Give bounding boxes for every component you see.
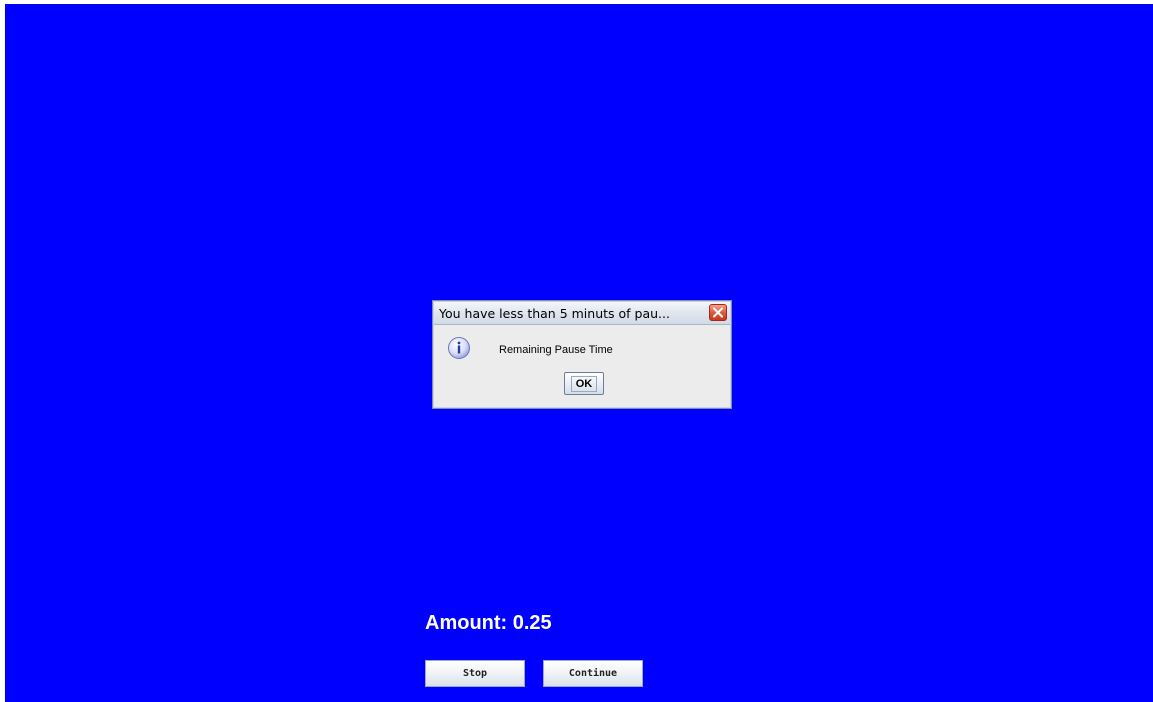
amount-label: Amount: 0.25 <box>425 612 552 634</box>
dialog-titlebar[interactable]: You have less than 5 minuts of pau... <box>434 302 730 325</box>
close-icon <box>713 307 723 318</box>
dialog-title: You have less than 5 minuts of pau... <box>439 306 670 321</box>
message-dialog: You have less than 5 minuts of pau... Re… <box>432 300 732 409</box>
close-button[interactable] <box>709 304 727 321</box>
ok-button-label: OK <box>570 375 598 392</box>
stop-button[interactable]: Stop <box>425 660 525 687</box>
stop-button-label: Stop <box>462 668 488 679</box>
continue-button[interactable]: Continue <box>543 660 643 687</box>
continue-button-label: Continue <box>568 668 618 679</box>
dialog-message: Remaining Pause Time <box>499 344 613 356</box>
info-icon <box>448 337 470 359</box>
ok-button[interactable]: OK <box>564 372 604 395</box>
